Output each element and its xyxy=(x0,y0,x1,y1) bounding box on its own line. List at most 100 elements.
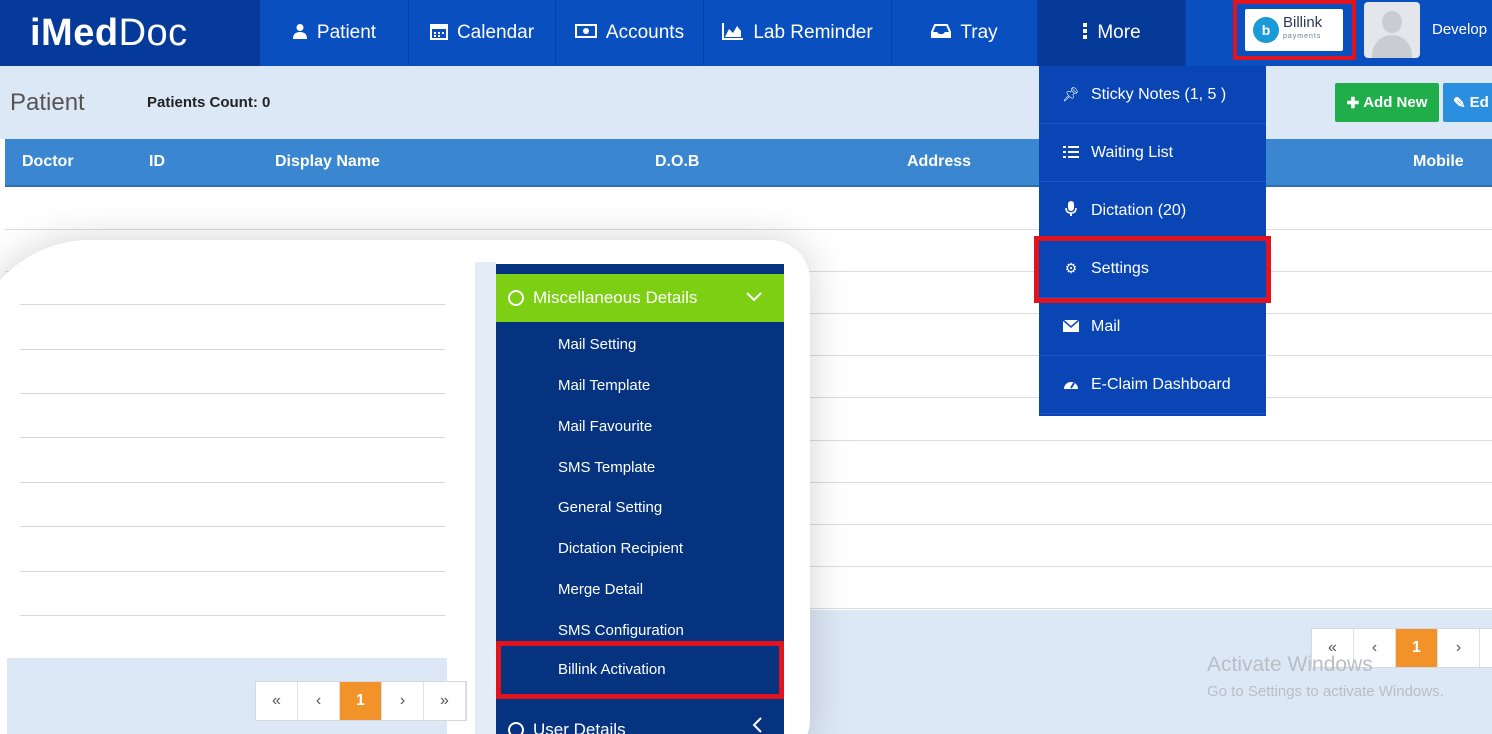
callout-row xyxy=(20,526,445,527)
add-new-button[interactable]: ✚ Add New xyxy=(1335,83,1439,122)
area-chart-icon xyxy=(722,22,744,45)
menu-sms-configuration[interactable]: SMS Configuration xyxy=(558,622,684,639)
billink-activation-highlight: Billink Activation xyxy=(496,641,784,699)
last-page-button[interactable]: » xyxy=(1480,629,1492,667)
nav-lab-reminder-label: Lab Reminder xyxy=(753,22,873,43)
plus-icon: ✚ xyxy=(1346,94,1360,112)
menu-mail-setting[interactable]: Mail Setting xyxy=(558,336,636,353)
page-1-button[interactable]: 1 xyxy=(1396,629,1438,667)
section-misc-label: Miscellaneous Details xyxy=(533,288,698,307)
edit-icon: ✎ xyxy=(1453,94,1466,112)
nav-tray[interactable]: Tray xyxy=(892,0,1038,66)
nav-accounts-label: Accounts xyxy=(605,22,685,43)
microphone-icon xyxy=(1061,201,1081,220)
billink-brand: Billink xyxy=(1283,14,1323,31)
callout-divider xyxy=(475,262,496,734)
list-icon xyxy=(1061,145,1081,161)
vertical-ellipsis-icon xyxy=(1082,22,1088,44)
callout-row xyxy=(20,615,445,616)
next-page-button[interactable]: › xyxy=(382,682,424,720)
pin-icon: 📌︎ xyxy=(1062,86,1080,102)
nav-calendar[interactable]: Calendar xyxy=(409,0,556,66)
section-user-details-label: User Details xyxy=(533,720,626,734)
nav-tray-label: Tray xyxy=(960,22,998,43)
windows-watermark-title: Activate Windows xyxy=(1207,653,1373,676)
menu-mail[interactable]: Mail xyxy=(1039,298,1266,356)
menu-mail-favourite[interactable]: Mail Favourite xyxy=(558,418,652,435)
menu-eclaim-dashboard[interactable]: E-Claim Dashboard xyxy=(1039,356,1266,414)
callout-row xyxy=(20,437,445,438)
col-doctor[interactable]: Doctor xyxy=(22,153,74,171)
page-title: Patient xyxy=(10,89,85,116)
dashboard-icon xyxy=(1061,377,1081,393)
add-new-label: Add New xyxy=(1363,94,1428,111)
menu-mail-label: Mail xyxy=(1091,317,1121,335)
section-miscellaneous-details[interactable]: Miscellaneous Details xyxy=(496,274,784,322)
windows-watermark-sub: Go to Settings to activate Windows. xyxy=(1207,683,1444,700)
nav-patient[interactable]: Patient xyxy=(260,0,409,66)
billink-logo-icon: b xyxy=(1253,17,1279,43)
menu-dictation-label: Dictation (20) xyxy=(1091,201,1187,219)
menu-general-setting[interactable]: General Setting xyxy=(558,499,662,516)
circle-icon xyxy=(508,290,524,306)
callout-row xyxy=(20,571,445,572)
billink-sub: payments xyxy=(1283,33,1322,40)
edit-label: Ed xyxy=(1469,94,1489,111)
callout-row xyxy=(20,349,445,350)
callout-row xyxy=(20,304,445,305)
nav-accounts[interactable]: Accounts xyxy=(556,0,704,66)
logo[interactable]: iMedDoc xyxy=(0,0,260,66)
col-display-name[interactable]: Display Name xyxy=(275,153,380,171)
menu-waiting-list-label: Waiting List xyxy=(1091,143,1174,161)
last-page-button[interactable]: » xyxy=(424,682,466,720)
menu-eclaim-dashboard-label: E-Claim Dashboard xyxy=(1091,375,1231,393)
billink-button[interactable]: b Billink payments xyxy=(1245,9,1343,51)
settings-side-menu: Miscellaneous Details Mail Setting Mail … xyxy=(496,264,784,734)
menu-dictation[interactable]: Dictation (20) xyxy=(1039,182,1266,240)
col-id[interactable]: ID xyxy=(149,153,165,171)
money-icon xyxy=(574,23,597,43)
top-navbar: iMedDoc Patient Calendar Accounts Lab Re… xyxy=(0,0,1492,66)
section-user-details[interactable]: User Details xyxy=(496,706,784,734)
page-1-button[interactable]: 1 xyxy=(340,682,382,720)
app-root: iMedDoc Patient Calendar Accounts Lab Re… xyxy=(0,0,1492,734)
inbox-icon xyxy=(931,23,952,43)
logo-bold-text: iMed xyxy=(30,11,119,54)
nav-more[interactable]: More xyxy=(1038,0,1186,66)
chevron-down-icon xyxy=(746,286,762,307)
menu-waiting-list[interactable]: Waiting List xyxy=(1039,124,1266,182)
nav-calendar-label: Calendar xyxy=(456,22,535,43)
table-row xyxy=(5,229,1492,230)
envelope-icon xyxy=(1061,318,1081,335)
menu-billink-activation[interactable]: Billink Activation xyxy=(558,661,666,678)
nav-lab-reminder[interactable]: Lab Reminder xyxy=(704,0,892,66)
edit-button[interactable]: ✎ Ed xyxy=(1443,83,1492,122)
menu-dictation-recipient[interactable]: Dictation Recipient xyxy=(558,540,683,557)
table-header: Doctor ID Display Name D.O.B Address Mob… xyxy=(5,139,1492,187)
pagination-left: « ‹ 1 › » xyxy=(255,681,467,721)
logo-light-text: Doc xyxy=(118,11,188,54)
callout-row xyxy=(20,393,445,394)
callout-row xyxy=(20,482,445,483)
col-dob[interactable]: D.O.B xyxy=(655,153,699,171)
nav-patient-label: Patient xyxy=(316,22,377,43)
settings-highlight-frame xyxy=(1034,236,1271,303)
menu-merge-detail[interactable]: Merge Detail xyxy=(558,581,643,598)
col-mobile[interactable]: Mobile xyxy=(1413,153,1464,171)
prev-page-button[interactable]: ‹ xyxy=(298,682,340,720)
calendar-icon xyxy=(429,22,448,45)
col-address[interactable]: Address xyxy=(907,153,971,171)
circle-icon xyxy=(508,722,524,734)
menu-mail-template[interactable]: Mail Template xyxy=(558,377,650,394)
nav-more-label: More xyxy=(1097,22,1141,43)
billink-highlight-frame: b Billink payments xyxy=(1233,0,1356,60)
user-name[interactable]: Develop xyxy=(1432,21,1487,38)
patients-count: Patients Count: 0 xyxy=(147,94,271,111)
next-page-button[interactable]: › xyxy=(1438,629,1480,667)
chevron-left-icon xyxy=(752,716,762,734)
avatar[interactable] xyxy=(1364,2,1420,58)
menu-sms-template[interactable]: SMS Template xyxy=(558,459,655,476)
first-page-button[interactable]: « xyxy=(256,682,298,720)
menu-sticky-notes-label: Sticky Notes (1, 5 ) xyxy=(1091,85,1227,103)
menu-sticky-notes[interactable]: 📌︎ Sticky Notes (1, 5 ) xyxy=(1039,66,1266,124)
